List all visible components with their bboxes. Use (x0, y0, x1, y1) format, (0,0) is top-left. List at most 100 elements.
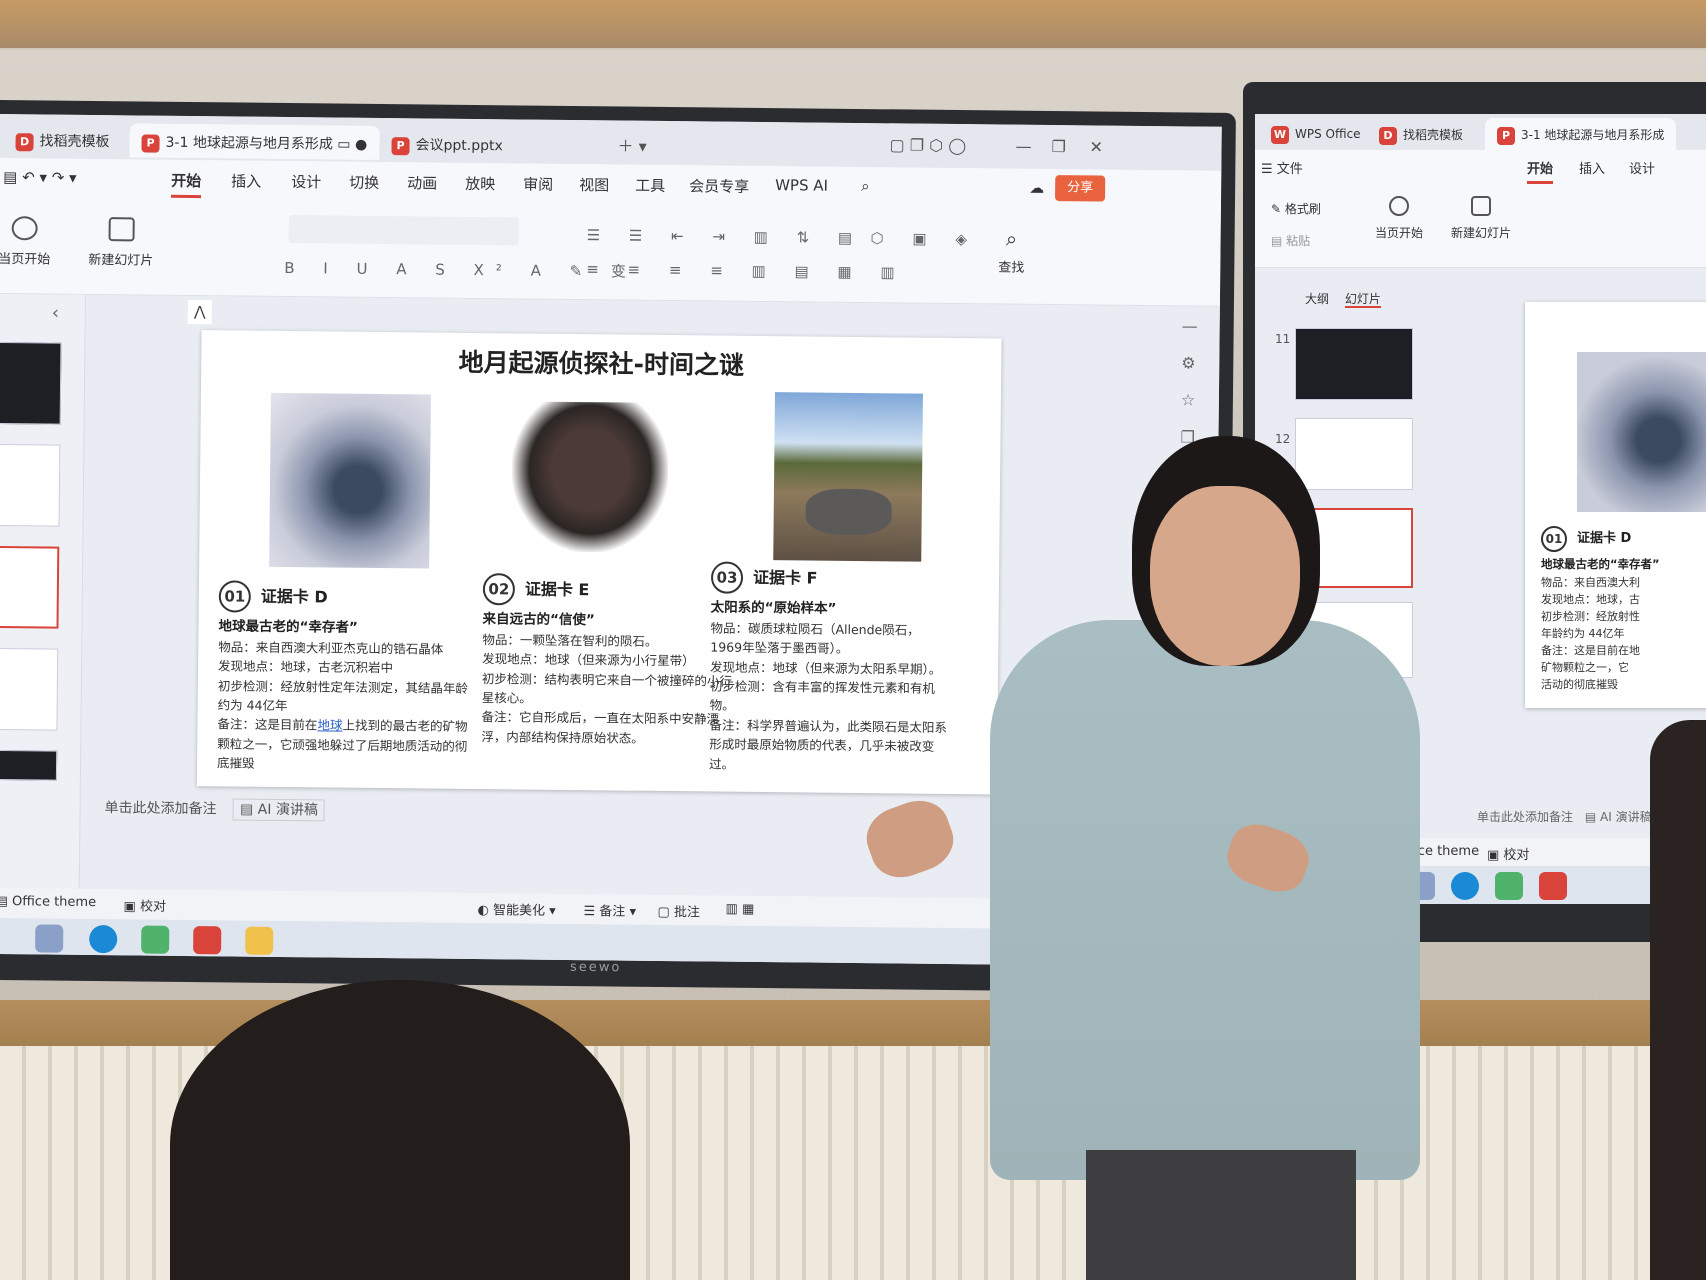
card-line: 备注：这是目前在地 (1541, 644, 1640, 657)
card-line: 矿物颗粒之一，它 (1541, 661, 1629, 675)
edge-browser-icon[interactable] (1451, 872, 1479, 900)
remarks-button[interactable]: ☰ 备注 ▾ (583, 900, 636, 920)
menu-insert-2[interactable]: 插入 (1579, 158, 1605, 177)
thumbnail-slide[interactable] (0, 443, 61, 527)
proof-button[interactable]: ▣ 校对 (123, 895, 166, 914)
shape-icons[interactable]: ⬡ ▣ ◈ (871, 229, 980, 248)
outline-tab[interactable]: 大纲 (1305, 292, 1329, 306)
card-line: 发现地点：地球（但来源为太阳系早期）。 (710, 659, 942, 677)
play-from-current-button-2[interactable]: 当页开始 (1375, 196, 1423, 241)
tab-template[interactable]: D 找稻壳模板 (3, 122, 121, 157)
restore-icon[interactable]: ❐ (1051, 137, 1066, 156)
menu-tools[interactable]: 工具 (635, 175, 665, 196)
menu-bar-2: ☰ 文件 开始 插入 设计 (1255, 150, 1706, 184)
menu-design-2[interactable]: 设计 (1629, 158, 1655, 177)
tab-meeting-ppt[interactable]: P 会议ppt.pptx (379, 126, 515, 161)
minimize-icon[interactable]: — (1015, 137, 1031, 156)
card-line: 活动的彻底摧毁 (1541, 678, 1618, 692)
card-line: 发现地点：地球，古 (1541, 592, 1640, 606)
view-mode-icons[interactable]: ▥ ▦ (725, 902, 754, 917)
thumbnail-slide-selected[interactable] (0, 545, 60, 629)
ai-notes-icon: ▤ (239, 801, 258, 818)
card-title: 证据卡 D (1577, 530, 1632, 546)
tab-wps-office[interactable]: W WPS Office (1259, 118, 1373, 152)
align-icons[interactable]: ≡ ≡ ≡ ≡ ▥ ▤ ▦ ▥ (586, 260, 907, 281)
menu-view[interactable]: 视图 (579, 174, 609, 195)
close-icon[interactable]: ✕ (1089, 137, 1103, 156)
card-subtitle: 来自远古的“信使” (482, 611, 595, 629)
wps-icon[interactable] (1539, 872, 1567, 900)
proof-button-2[interactable]: ▣ 校对 (1487, 844, 1529, 863)
star-icon[interactable]: ☆ (1181, 390, 1205, 409)
quick-access-icons[interactable]: ▤ ↶ ▾ ↷ ▾ (3, 168, 77, 187)
menu-review[interactable]: 审阅 (523, 173, 553, 194)
slide-canvas[interactable]: 地月起源侦探社-时间之谜 01 证据卡 D 地球最古老的“幸存者” 物品：来自西澳… (196, 330, 1002, 795)
card-number: 03 (710, 561, 744, 594)
paste-button[interactable]: ▤ 粘贴 (1271, 232, 1310, 249)
app-icon[interactable] (1495, 872, 1523, 900)
thumbnail-slide[interactable] (0, 341, 62, 425)
share-button[interactable]: 分享 (1054, 175, 1106, 202)
wps-icon[interactable] (193, 926, 222, 955)
find-button[interactable]: ⌕ 查找 (998, 226, 1025, 276)
tab-template-2[interactable]: D 找稻壳模板 (1367, 118, 1475, 152)
thumbnail-slide[interactable] (1295, 328, 1413, 400)
ai-speech-button[interactable]: ▤ AI 演讲稿 (1585, 810, 1652, 824)
font-format-icons[interactable]: B I U A S X² A ✎ 变 (284, 257, 638, 282)
ai-speech-button[interactable]: ▤ AI 演讲稿 (232, 798, 325, 822)
format-painter-button[interactable]: ✎ 格式刷 (1271, 200, 1321, 217)
menu-animation[interactable]: 动画 (407, 172, 437, 193)
app-icon[interactable] (141, 925, 170, 954)
new-slide-button[interactable]: 新建幻灯片 (88, 217, 154, 269)
menu-design[interactable]: 设计 (291, 171, 321, 192)
beautify-button[interactable]: ◐ 智能美化 ▾ (477, 899, 555, 919)
slide-number: 12 (1275, 432, 1291, 446)
notes-placeholder[interactable]: 单击此处添加备注 (1477, 810, 1573, 824)
menu-home-2[interactable]: 开始 (1527, 158, 1554, 184)
collapse-panel-icon[interactable]: ‹ (52, 303, 59, 324)
evidence-card-d: 01 证据卡 D 地球最古老的“幸存者” 物品：来自西澳大利亚杰克山的锆石晶体 发… (217, 580, 471, 775)
minus-icon[interactable]: — (1182, 316, 1206, 335)
window-tool-icons[interactable]: ▢ ❐ ⬡ ◯ (889, 135, 966, 155)
search-icon[interactable]: ⌕ (861, 177, 870, 195)
menu-home[interactable]: 开始 (170, 169, 202, 199)
ai-assistant-icon[interactable]: ⋀ (187, 299, 212, 325)
cloud-icon[interactable]: ☁ (1029, 179, 1044, 197)
tab-current-doc-2[interactable]: P 3-1 地球起源与地月系形成 (1485, 118, 1677, 152)
new-slide-button-2[interactable]: 新建幻灯片 (1451, 196, 1511, 241)
settings-icon[interactable]: ⚙ (1181, 353, 1205, 372)
card-line: 物品：来自西澳大利亚杰克山的锆石晶体 (218, 639, 444, 657)
tab-current-doc[interactable]: P 3-1 地球起源与地月系形成 ▭ ● (129, 123, 380, 160)
thumbnail-slide[interactable] (0, 749, 58, 781)
card-line: 初步检测：含有丰富的挥发性元素和有机物。 (709, 678, 935, 714)
edge-browser-icon[interactable] (89, 924, 118, 954)
new-slide-icon (108, 217, 135, 242)
card-subtitle: 地球最古老的“幸存者” (1541, 557, 1660, 571)
menu-file-2[interactable]: ☰ 文件 (1261, 158, 1303, 177)
wall-top (0, 0, 1706, 48)
theme-label[interactable]: ▤ Office theme (0, 894, 96, 910)
monitor-icon: ▭ (337, 136, 351, 153)
thumbnail-slide[interactable] (1295, 418, 1413, 490)
menu-insert[interactable]: 插入 (231, 170, 261, 191)
menu-member[interactable]: 会员专享 (689, 175, 749, 197)
thumbnail-slide[interactable] (0, 647, 59, 731)
notes-placeholder[interactable]: 单击此处添加备注 (105, 800, 217, 817)
card-line: 年龄约为 44亿年 (1541, 626, 1625, 640)
new-tab-icon[interactable]: ＋ ▾ (617, 132, 646, 156)
menu-slideshow[interactable]: 放映 (465, 173, 495, 194)
computer-icon[interactable] (35, 924, 64, 953)
paragraph-icons[interactable]: ☰ ☰ ⇤ ⇥ ▥ ⇅ ▤ (587, 226, 865, 247)
comment-button[interactable]: ▢ 批注 (657, 901, 700, 920)
folder-icon[interactable] (245, 926, 274, 955)
evidence-card-e: 02 证据卡 E 来自远古的“信使” 物品：一颗坠落在智利的陨石。 发现地点：地球… (481, 573, 735, 749)
slides-tab[interactable]: 幻灯片 (1344, 292, 1381, 308)
earth-link[interactable]: 地球 (317, 718, 342, 733)
card-title: 证据卡 D (260, 586, 328, 607)
board-brand: seewo (569, 959, 622, 976)
slide-canvas-2[interactable]: 01 证据卡 D 地球最古老的“幸存者” 物品：来自西澳大利 发现地点：地球，古 … (1525, 302, 1706, 708)
menu-wps-ai[interactable]: WPS AI (775, 176, 828, 195)
menu-transition[interactable]: 切换 (349, 172, 379, 193)
play-from-current-button[interactable]: 当页开始 (0, 216, 51, 268)
font-select[interactable] (288, 215, 519, 246)
